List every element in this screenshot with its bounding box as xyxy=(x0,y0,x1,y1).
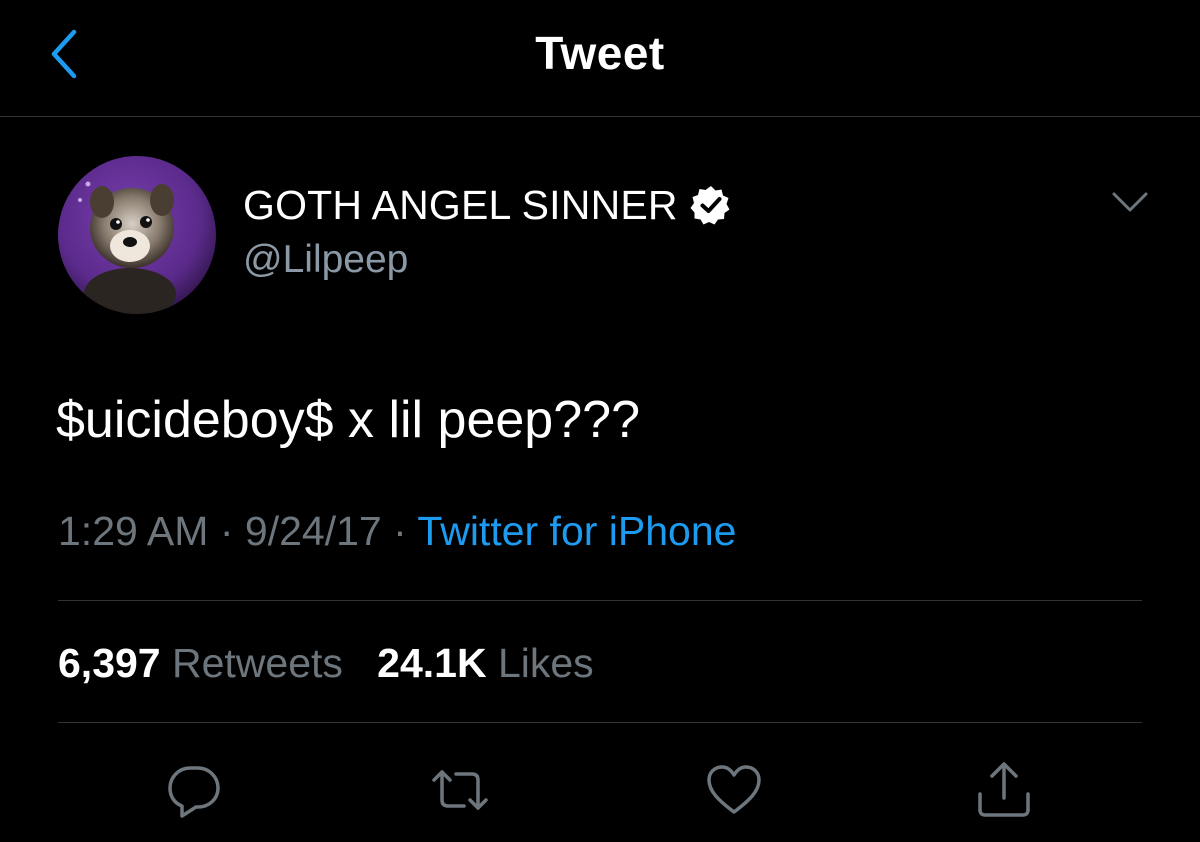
divider xyxy=(58,722,1142,723)
divider xyxy=(58,600,1142,601)
avatar[interactable] xyxy=(58,156,216,314)
likes-label: Likes xyxy=(497,640,594,686)
tweet-stats: 6,397 Retweets 24.1K Likes xyxy=(58,640,594,687)
page-title: Tweet xyxy=(535,27,665,79)
heart-icon xyxy=(707,765,761,814)
tweet-time: 1:29 AM xyxy=(58,508,209,554)
meta-separator: · xyxy=(219,508,234,554)
tweet-meta: 1:29 AM · 9/24/17 · Twitter for iPhone xyxy=(58,508,736,555)
verified-badge-icon xyxy=(690,186,730,225)
display-name: GOTH ANGEL SINNER xyxy=(243,181,678,228)
share-icon xyxy=(978,762,1030,817)
tweet-source-link[interactable]: Twitter for iPhone xyxy=(417,508,736,554)
like-button[interactable] xyxy=(704,760,764,820)
likes-count: 24.1K xyxy=(377,640,487,686)
reply-button[interactable] xyxy=(164,760,224,820)
author-handle[interactable]: @Lilpeep xyxy=(243,238,408,282)
retweets-stat[interactable]: 6,397 Retweets xyxy=(58,640,354,686)
likes-stat[interactable]: 24.1K Likes xyxy=(377,640,594,686)
meta-separator: · xyxy=(393,508,407,554)
retweet-button[interactable] xyxy=(430,760,490,820)
more-options-button[interactable] xyxy=(1108,186,1152,218)
reply-icon xyxy=(168,766,220,818)
nav-bar: Tweet xyxy=(0,0,1200,117)
retweets-count: 6,397 xyxy=(58,640,161,686)
retweet-icon xyxy=(432,770,488,810)
chevron-down-icon xyxy=(1112,192,1148,212)
retweets-label: Retweets xyxy=(172,640,343,686)
tweet-date: 9/24/17 xyxy=(244,508,382,554)
share-button[interactable] xyxy=(974,760,1034,820)
author-name-row[interactable]: GOTH ANGEL SINNER xyxy=(243,180,732,230)
tweet-text: $uicideboy$ x lil peep??? xyxy=(56,391,640,449)
dog-avatar-image xyxy=(58,156,216,314)
